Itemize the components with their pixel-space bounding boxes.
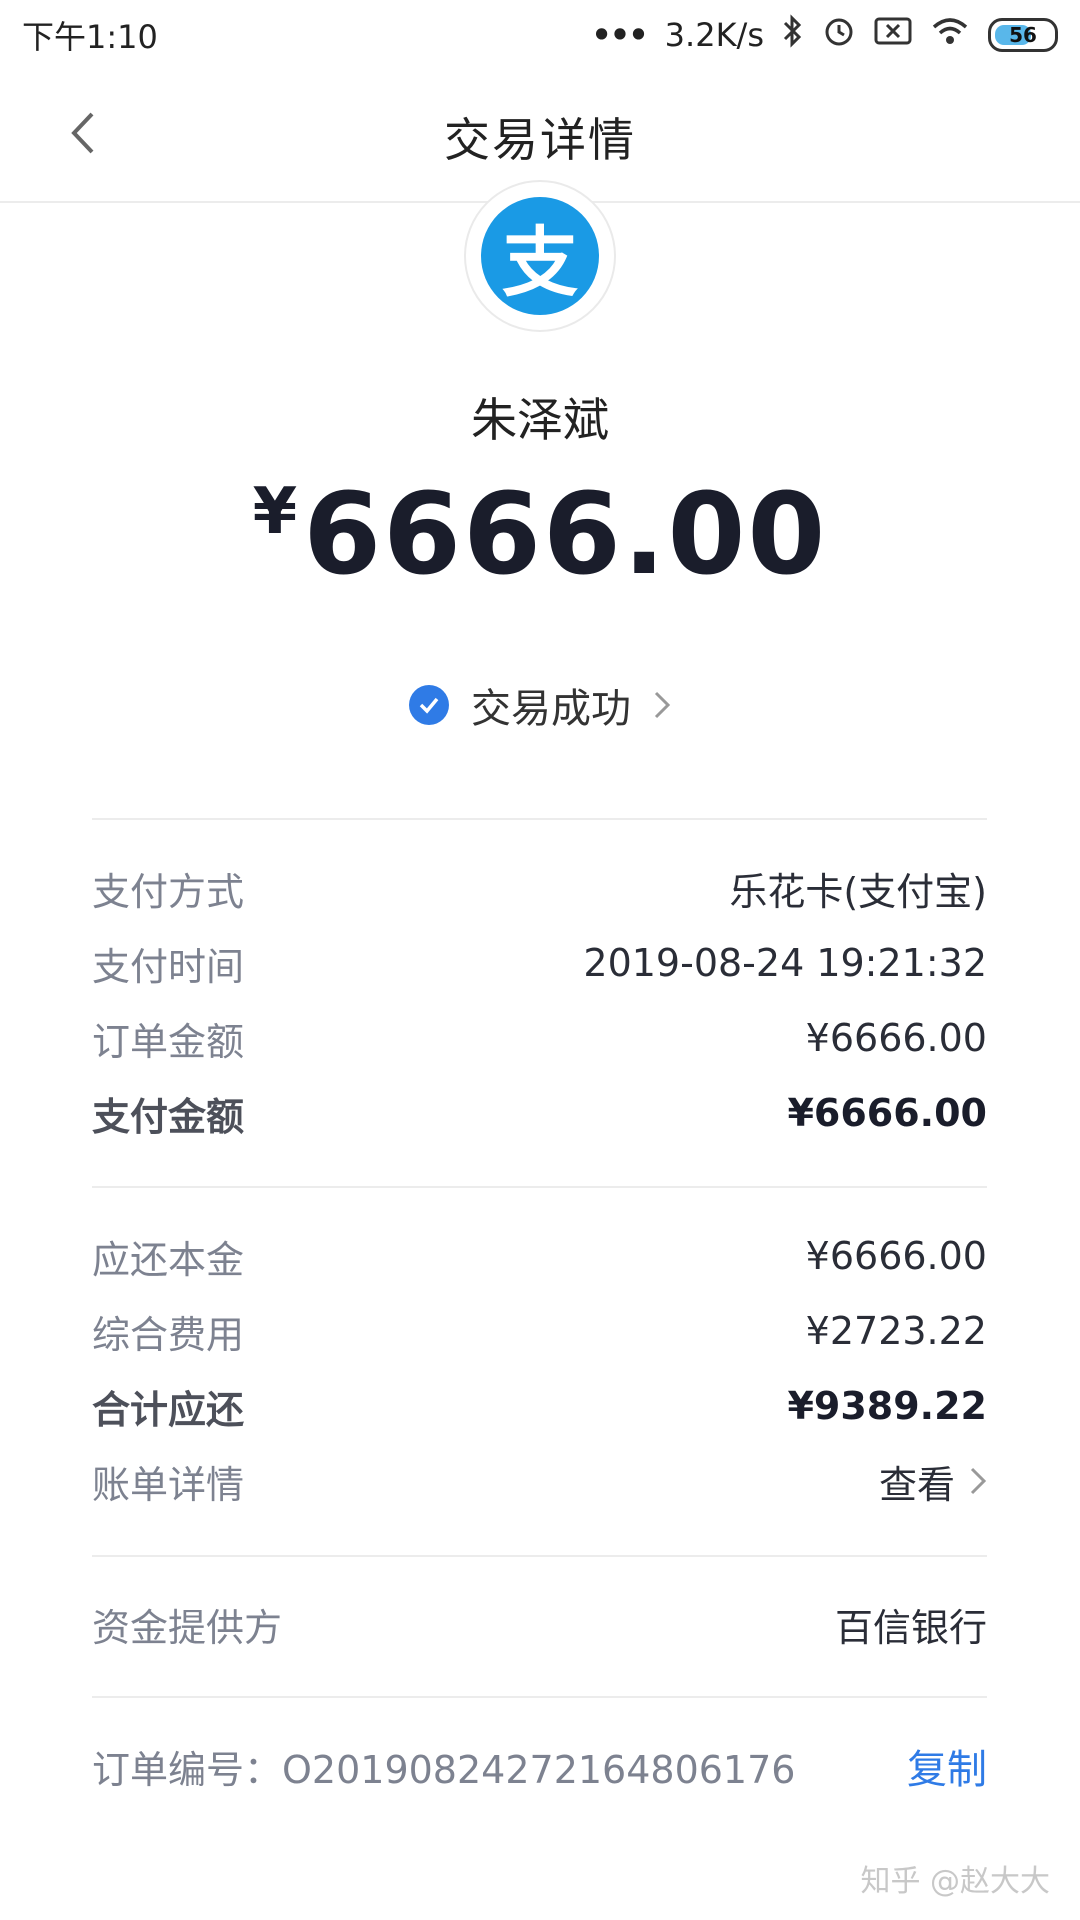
view-bill-link[interactable]: 查看 bbox=[879, 1454, 987, 1509]
row-label: 支付时间 bbox=[92, 944, 245, 989]
divider bbox=[92, 1696, 987, 1698]
copy-button[interactable]: 复制 bbox=[907, 1737, 987, 1795]
bluetooth-icon bbox=[782, 14, 804, 56]
status-time: 下午1:10 bbox=[22, 18, 158, 56]
alipay-logo: 支 bbox=[464, 180, 616, 332]
status-text: 交易成功 bbox=[471, 686, 631, 732]
status-bar: 下午1:10 ••• 3.2K/s 56 bbox=[0, 0, 1080, 70]
row-value: ¥6666.00 bbox=[805, 1234, 987, 1278]
row-label: 综合费用 bbox=[92, 1312, 245, 1357]
row-value: ¥6666.00 bbox=[805, 1016, 987, 1060]
info-row-principal: 应还本金 ¥6666.00 bbox=[92, 1224, 987, 1288]
info-row-provider: 资金提供方 百信银行 bbox=[92, 1592, 987, 1656]
transaction-amount: ¥6666.00 bbox=[0, 470, 1080, 600]
row-label: 账单详情 bbox=[92, 1462, 245, 1507]
status-icons: ••• 3.2K/s 56 bbox=[591, 14, 1058, 56]
row-label: 支付方式 bbox=[92, 869, 245, 914]
sim-off-icon bbox=[874, 16, 912, 54]
more-dots-icon: ••• bbox=[591, 16, 648, 54]
row-value: 2019-08-24 19:21:32 bbox=[583, 941, 987, 985]
divider bbox=[92, 1555, 987, 1557]
row-value: ¥6666.00 bbox=[787, 1091, 987, 1135]
currency-symbol: ¥ bbox=[252, 475, 300, 549]
order-number-value: O20190824272164806176 bbox=[282, 1747, 796, 1792]
alarm-icon bbox=[822, 14, 856, 56]
info-row-order-amount: 订单金额 ¥6666.00 bbox=[92, 1006, 987, 1070]
row-value: 乐花卡(支付宝) bbox=[729, 869, 987, 914]
order-number-label: 订单编号： bbox=[92, 1747, 283, 1792]
info-row-payment-method: 支付方式 乐花卡(支付宝) bbox=[92, 856, 987, 920]
row-label: 订单金额 bbox=[92, 1019, 245, 1064]
row-value: ¥9389.22 bbox=[787, 1384, 987, 1428]
battery-level: 56 bbox=[1009, 23, 1037, 47]
row-label: 合计应还 bbox=[92, 1387, 245, 1432]
network-speed: 3.2K/s bbox=[664, 16, 764, 54]
page-title: 交易详情 bbox=[444, 113, 636, 167]
battery-icon: 56 bbox=[988, 18, 1058, 52]
wifi-icon bbox=[930, 15, 970, 55]
row-label: 应还本金 bbox=[92, 1237, 245, 1282]
info-row-bill-details[interactable]: 账单详情 查看 bbox=[92, 1449, 987, 1513]
chevron-right-icon bbox=[970, 1467, 987, 1495]
info-row-total-due: 合计应还 ¥9389.22 bbox=[92, 1374, 987, 1438]
info-row-paid-amount: 支付金额 ¥6666.00 bbox=[92, 1081, 987, 1145]
amount-value: 6666.00 bbox=[303, 470, 828, 600]
watermark: 知乎 @赵大大 bbox=[860, 1864, 1050, 1899]
chevron-right-icon bbox=[654, 691, 671, 719]
row-value: 百信银行 bbox=[834, 1605, 987, 1650]
row-value: ¥2723.22 bbox=[805, 1309, 987, 1353]
info-row-payment-time: 支付时间 2019-08-24 19:21:32 bbox=[92, 931, 987, 995]
check-circle-icon bbox=[409, 685, 449, 725]
row-label: 支付金额 bbox=[92, 1094, 245, 1139]
row-label: 资金提供方 bbox=[92, 1605, 283, 1650]
divider bbox=[92, 818, 987, 820]
transaction-status[interactable]: 交易成功 bbox=[0, 676, 1080, 734]
alipay-icon: 支 bbox=[481, 197, 599, 315]
order-number: 订单编号：O20190824272164806176 bbox=[92, 1739, 795, 1794]
divider bbox=[92, 1186, 987, 1188]
order-number-row: 订单编号：O20190824272164806176 复制 bbox=[92, 1734, 987, 1798]
view-label: 查看 bbox=[878, 1462, 955, 1507]
payee-name: 朱泽斌 bbox=[471, 393, 609, 447]
info-row-fees: 综合费用 ¥2723.22 bbox=[92, 1299, 987, 1363]
